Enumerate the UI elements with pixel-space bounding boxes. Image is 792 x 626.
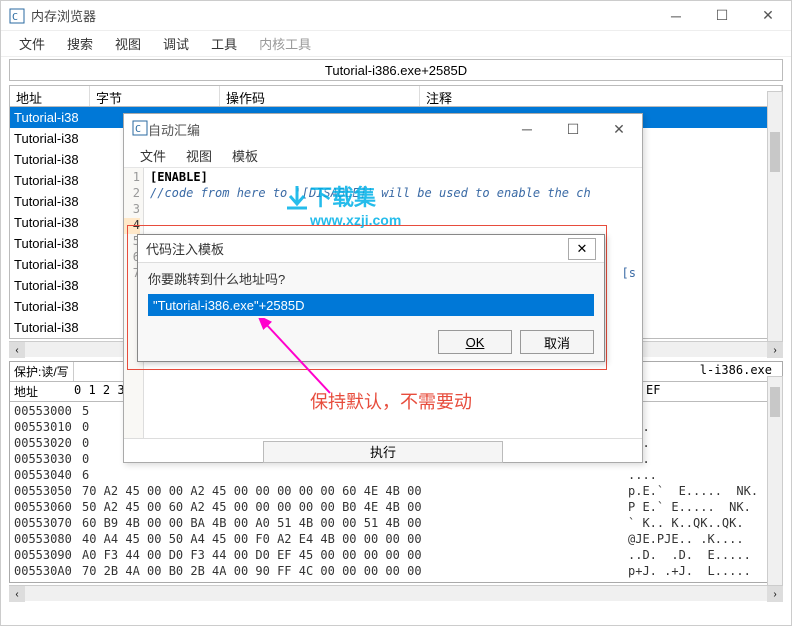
main-titlebar: C 内存浏览器 ─ ☐ ✕ [1, 1, 791, 31]
address-input[interactable] [148, 294, 594, 316]
app-icon: C [9, 8, 25, 24]
svg-text:C: C [12, 12, 18, 23]
close-button[interactable]: ✕ [745, 1, 791, 31]
disasm-header: 地址 字节 操作码 注释 [9, 85, 783, 107]
hex-row: 0055308040 A4 45 00 50 A4 45 00 F0 A2 E4… [14, 532, 778, 548]
minimize-button[interactable]: ─ [504, 114, 550, 144]
col-opcode[interactable]: 操作码 [220, 86, 420, 106]
aa-menubar: 文件 视图 模板 [124, 144, 642, 168]
aa-menu-view[interactable]: 视图 [180, 144, 218, 167]
menu-tools[interactable]: 工具 [203, 32, 245, 55]
hex-row: 005530A070 2B 4A 00 B0 2B 4A 00 90 FF 4C… [14, 564, 778, 580]
scroll-right-icon[interactable]: › [767, 586, 783, 602]
minimize-button[interactable]: ─ [653, 1, 699, 31]
inj-titlebar: 代码注入模板 ✕ [138, 235, 604, 263]
maximize-button[interactable]: ☐ [699, 1, 745, 31]
scroll-left-icon[interactable]: ‹ [9, 342, 25, 358]
code-line: [s [622, 266, 636, 280]
inj-prompt: 你要跳转到什么地址吗? [148, 269, 594, 288]
address-bar[interactable]: Tutorial-i386.exe+2585D [9, 59, 783, 81]
hex-addr-col: 地址 [10, 382, 70, 401]
cancel-button[interactable]: 取消 [520, 330, 594, 354]
hex-row: 00553090A0 F3 44 00 D0 F3 44 00 D0 EF 45… [14, 548, 778, 564]
code-injection-dialog: 代码注入模板 ✕ 你要跳转到什么地址吗? OK 取消 [137, 234, 605, 362]
aa-menu-file[interactable]: 文件 [134, 144, 172, 167]
annotation-text: 保持默认，不需要动 [310, 388, 472, 414]
ok-button[interactable]: OK [438, 330, 512, 354]
execute-button[interactable]: 执行 [263, 441, 503, 463]
menu-kernel-tools[interactable]: 内核工具 [251, 32, 319, 55]
aa-exec-bar: 执行 [124, 438, 642, 464]
menu-debug[interactable]: 调试 [155, 32, 197, 55]
hex-ascii-col: EF [642, 382, 782, 401]
scroll-left-icon[interactable]: ‹ [9, 586, 25, 602]
menu-search[interactable]: 搜索 [59, 32, 101, 55]
code-line: //code from here to '[DISABLE]' will be … [150, 186, 591, 200]
code-line: [ENABLE] [150, 170, 208, 184]
menu-file[interactable]: 文件 [11, 32, 53, 55]
main-menubar: 文件 搜索 视图 调试 工具 内核工具 [1, 31, 791, 57]
scroll-right-icon[interactable]: › [767, 342, 783, 358]
hex-row: 0055306050 A2 45 00 60 A2 45 00 00 00 00… [14, 500, 778, 516]
hex-row: 0055305070 A2 45 00 00 A2 45 00 00 00 00… [14, 484, 778, 500]
col-comment[interactable]: 注释 [420, 86, 782, 106]
main-title: 内存浏览器 [31, 6, 96, 25]
hex-row: 0055307060 B9 4B 00 00 BA 4B 00 A0 51 4B… [14, 516, 778, 532]
close-button[interactable]: ✕ [596, 114, 642, 144]
hex-hscroll[interactable]: ‹ › [9, 585, 783, 601]
aa-title: 自动汇编 [148, 120, 200, 139]
col-address[interactable]: 地址 [10, 86, 90, 106]
menu-view[interactable]: 视图 [107, 32, 149, 55]
disasm-scrollbar[interactable] [767, 91, 783, 351]
protect-label: 保护:读/写 [10, 362, 74, 381]
aa-window-controls: ─ ☐ ✕ [504, 114, 642, 144]
close-button[interactable]: ✕ [568, 238, 596, 260]
inj-title: 代码注入模板 [146, 239, 224, 258]
hex-row: 005530406.... [14, 468, 778, 484]
app-icon: C [132, 120, 148, 139]
inj-body: 你要跳转到什么地址吗? [138, 263, 604, 322]
aa-menu-template[interactable]: 模板 [226, 144, 264, 167]
col-bytes[interactable]: 字节 [90, 86, 220, 106]
svg-text:C: C [135, 124, 141, 135]
aa-titlebar: C 自动汇编 ─ ☐ ✕ [124, 114, 642, 144]
hex-scrollbar[interactable] [767, 376, 783, 586]
address-bar-text: Tutorial-i386.exe+2585D [325, 63, 467, 78]
maximize-button[interactable]: ☐ [550, 114, 596, 144]
window-controls: ─ ☐ ✕ [653, 1, 791, 31]
inj-buttons: OK 取消 [138, 322, 604, 354]
